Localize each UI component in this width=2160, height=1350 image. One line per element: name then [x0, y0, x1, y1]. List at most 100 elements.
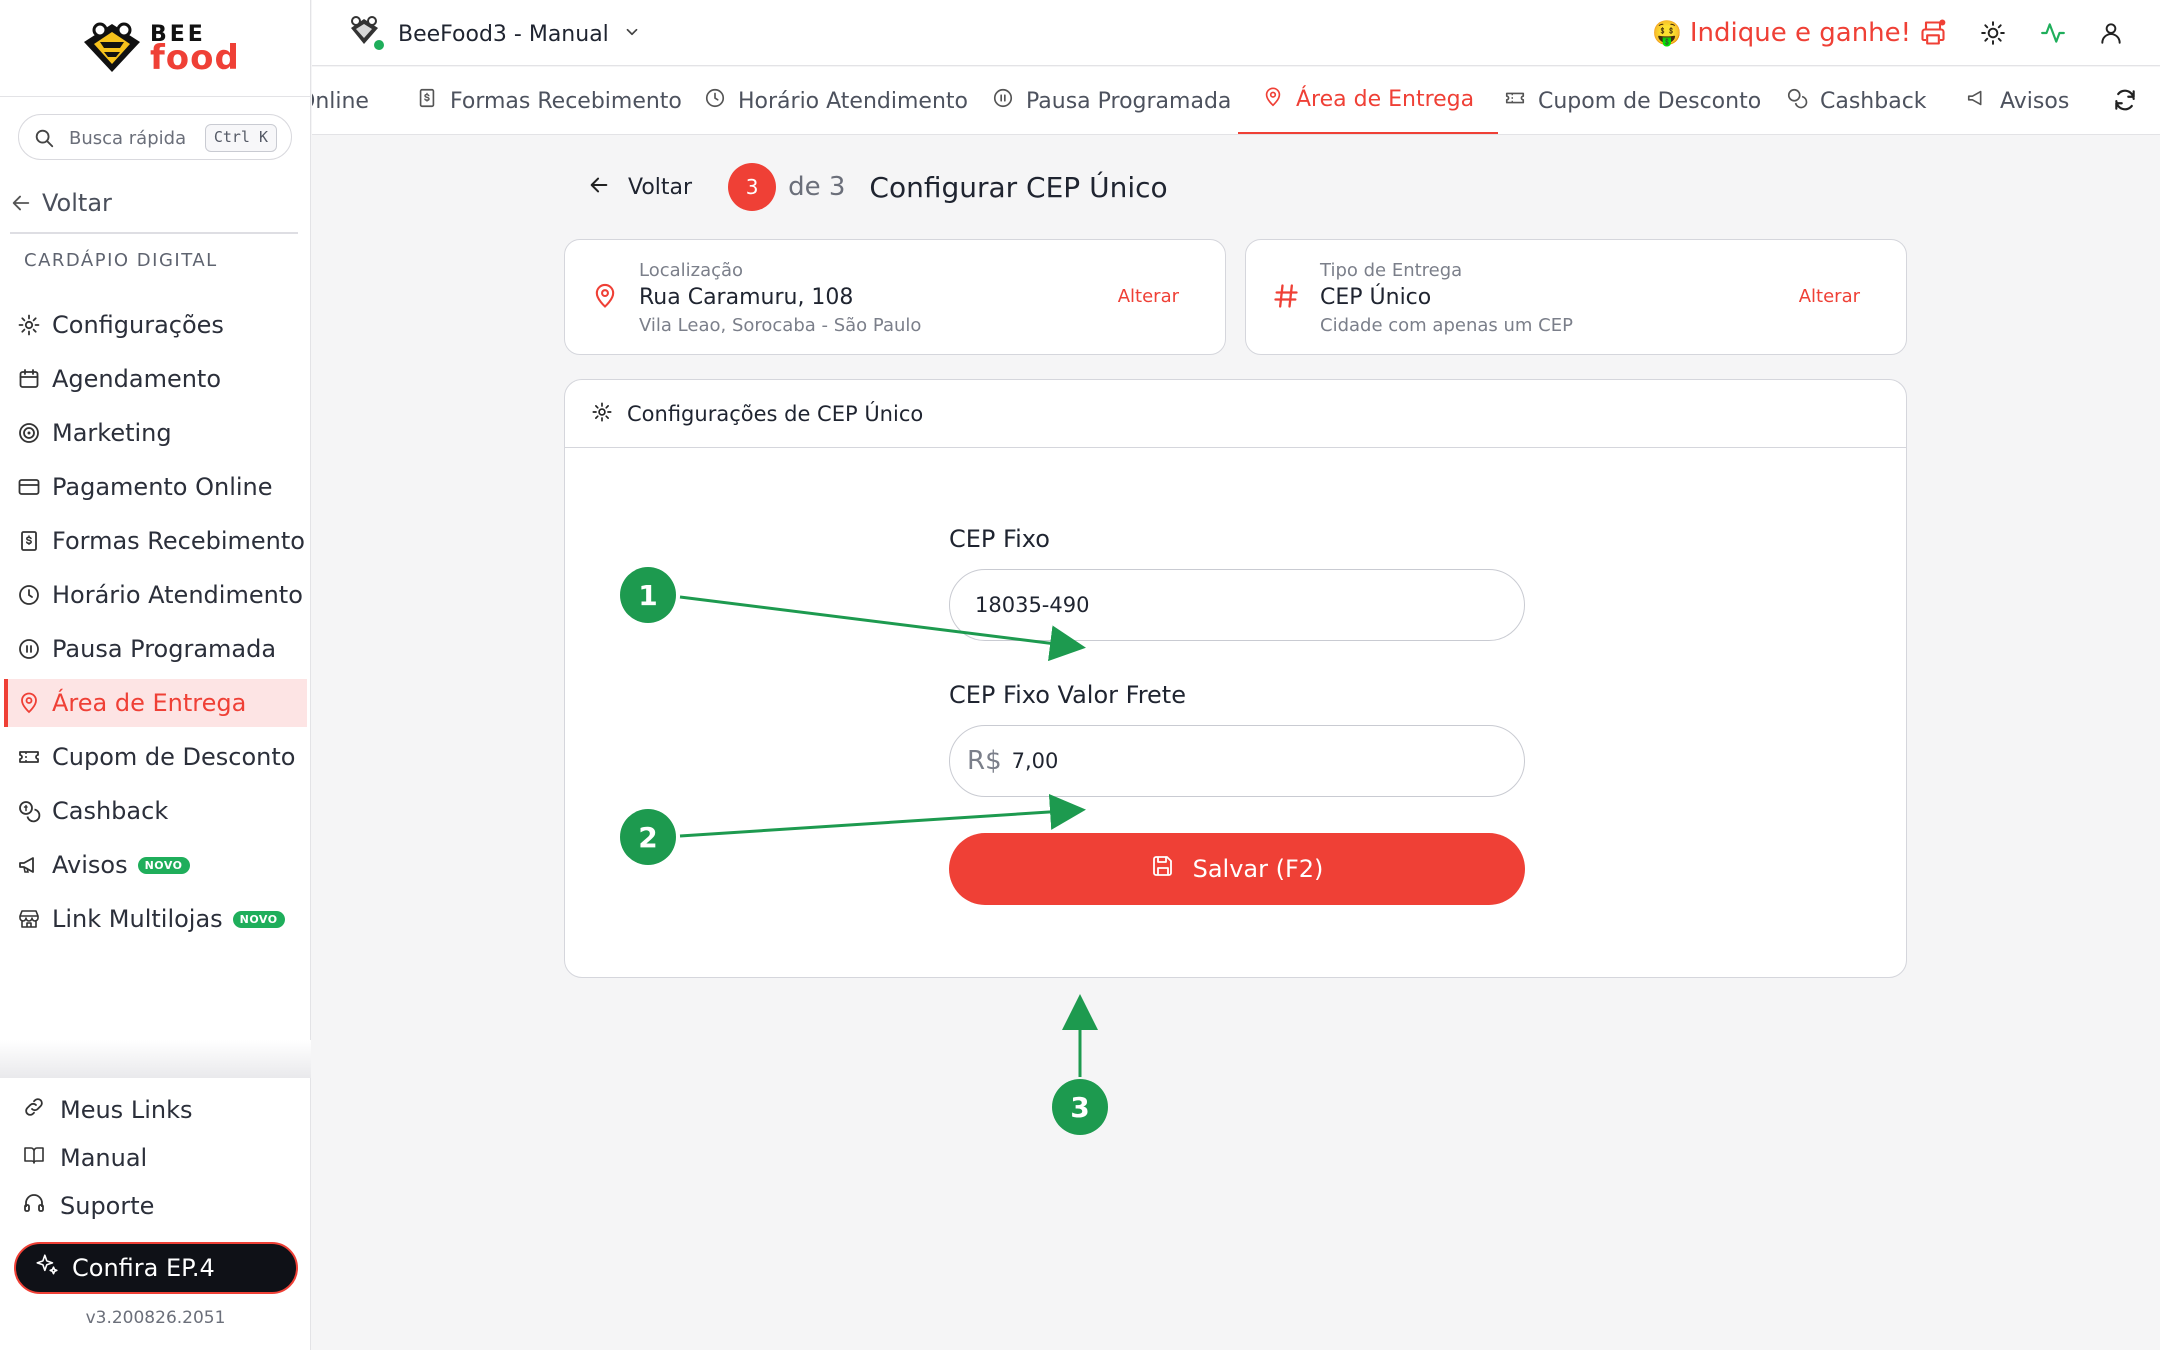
- sidebar-item-label: Pausa Programada: [52, 635, 277, 663]
- clock-icon: [16, 582, 42, 608]
- tab-label: Pausa Programada: [1026, 88, 1232, 114]
- beefood-logo[interactable]: BEE food: [80, 20, 240, 78]
- printer-button[interactable]: [1918, 18, 1948, 48]
- sparkles-icon: [34, 1252, 60, 1284]
- gear-icon: [591, 401, 613, 427]
- refresh-button[interactable]: [2112, 87, 2138, 117]
- coins-icon: [16, 798, 42, 824]
- sidebar-item-label: Configurações: [52, 311, 224, 339]
- calendar-icon: [16, 366, 42, 392]
- sidebar-item-label: Marketing: [52, 419, 172, 447]
- cep-field-label: CEP Fixo: [949, 525, 1050, 553]
- pause-icon: [16, 636, 42, 662]
- change-delivery-type-link[interactable]: Alterar: [1799, 286, 1860, 307]
- footer-item-meus-links[interactable]: Meus Links: [22, 1093, 192, 1127]
- tab-horario-atendimento[interactable]: Horário Atendimento: [704, 67, 968, 134]
- footer-item-manual[interactable]: Manual: [22, 1141, 147, 1175]
- sidebar-item-avisos[interactable]: Avisos NOVO: [4, 841, 307, 889]
- tab-label: Cupom de Desconto: [1538, 88, 1762, 114]
- sidebar-item-label: Horário Atendimento: [52, 581, 303, 609]
- tab-avisos[interactable]: Avisos: [1966, 67, 2069, 134]
- indique-label: Indique e ganhe!: [1689, 18, 1912, 48]
- store-icon: [16, 906, 42, 932]
- tab-cashback[interactable]: Cashback: [1786, 67, 1927, 134]
- tab-label: Online: [312, 88, 369, 114]
- activity-button[interactable]: [2038, 18, 2068, 48]
- confira-button[interactable]: Confira EP.4: [14, 1242, 298, 1294]
- sidebar-item-link-multilojas[interactable]: Link Multilojas NOVO: [4, 895, 307, 943]
- change-location-link[interactable]: Alterar: [1118, 286, 1179, 307]
- target-icon: [16, 420, 42, 446]
- pause-icon: [992, 87, 1014, 115]
- receipt-icon: [416, 87, 438, 115]
- location-key: Localização: [639, 260, 744, 281]
- tab-label: Horário Atendimento: [738, 88, 968, 114]
- back-label: Voltar: [42, 189, 112, 217]
- link-icon: [22, 1095, 46, 1125]
- map-pin-icon: [16, 690, 42, 716]
- step-of-label: de 3: [788, 172, 846, 202]
- sidebar-item-agendamento[interactable]: Agendamento: [4, 355, 307, 403]
- receipt-icon: [16, 528, 42, 554]
- printer-icon: [1921, 19, 1946, 45]
- step-number-badge: 3: [728, 163, 777, 211]
- callout-2: 2: [620, 809, 676, 865]
- tab-pagamento-online[interactable]: Online: [312, 67, 369, 134]
- theme-toggle-button[interactable]: [1978, 18, 2008, 48]
- headphones-icon: [22, 1191, 46, 1221]
- sidebar-item-formas-recebimento[interactable]: Formas Recebimento: [4, 517, 307, 565]
- sidebar-item-pausa-programada[interactable]: Pausa Programada: [4, 625, 307, 673]
- sidebar-item-label: Avisos: [52, 851, 128, 879]
- delivery-type-desc: Cidade com apenas um CEP: [1320, 315, 1573, 336]
- sidebar-item-label: Pagamento Online: [52, 473, 273, 501]
- coins-icon: [1786, 87, 1808, 115]
- map-pin-icon: [591, 282, 619, 314]
- new-badge: NOVO: [137, 856, 190, 874]
- megaphone-icon: [1966, 87, 1988, 115]
- card-header: Configurações de CEP Único: [565, 380, 1906, 448]
- megaphone-icon: [16, 852, 42, 878]
- sidebar-item-label: Área de Entrega: [52, 689, 247, 717]
- sidebar-item-cashback[interactable]: Cashback: [4, 787, 307, 835]
- location-card: Localização Rua Caramuru, 108 Vila Leao,…: [564, 239, 1226, 355]
- book-icon: [22, 1143, 46, 1173]
- quick-search-input[interactable]: Busca rápida Ctrl K: [18, 114, 292, 160]
- sidebar-item-area-de-entrega[interactable]: Área de Entrega: [4, 679, 307, 727]
- save-label: Salvar (F2): [1192, 855, 1324, 883]
- frete-value: 7,00: [1011, 749, 1059, 773]
- wizard-back-button[interactable]: Voltar: [588, 174, 692, 200]
- tab-label: Formas Recebimento: [450, 88, 682, 114]
- store-selector[interactable]: BeeFood3 - Manual: [348, 16, 641, 52]
- frete-value-input[interactable]: R$ 7,00: [949, 725, 1525, 797]
- sidebar-item-configuracoes[interactable]: Configurações: [4, 301, 307, 349]
- tab-cupom-de-desconto[interactable]: Cupom de Desconto: [1504, 67, 1762, 134]
- frete-field-label: CEP Fixo Valor Frete: [949, 681, 1186, 709]
- store-avatar-icon: [351, 16, 386, 52]
- sidebar-item-horario-atendimento[interactable]: Horário Atendimento: [4, 571, 307, 619]
- sidebar-item-marketing[interactable]: Marketing: [4, 409, 307, 457]
- gear-icon: [16, 312, 42, 338]
- sidebar-item-cupom-de-desconto[interactable]: Cupom de Desconto: [4, 733, 307, 781]
- cep-fixo-input[interactable]: 18035-490: [949, 569, 1525, 641]
- hash-icon: [1272, 282, 1300, 314]
- refresh-icon: [2115, 89, 2135, 111]
- money-face-icon: 🤑: [1652, 19, 1682, 47]
- callout-3: 3: [1052, 1079, 1108, 1135]
- wizard-step-header: Voltar 3 de 3 Configurar CEP Único: [588, 162, 1168, 212]
- page-title: Configurar CEP Único: [869, 170, 1168, 204]
- bee-logo-icon: [84, 22, 140, 72]
- delivery-type-card: Tipo de Entrega CEP Único Cidade com ape…: [1245, 239, 1907, 355]
- tab-pausa-programada[interactable]: Pausa Programada: [992, 67, 1232, 134]
- indique-link[interactable]: 🤑 Indique e ganhe!: [1652, 18, 1911, 48]
- sidebar-item-pagamento-online[interactable]: Pagamento Online: [4, 463, 307, 511]
- store-name: BeeFood3 - Manual: [398, 21, 609, 47]
- tab-area-de-entrega[interactable]: Área de Entrega: [1238, 67, 1499, 134]
- footer-item-suporte[interactable]: Suporte: [22, 1189, 154, 1223]
- tab-formas-recebimento[interactable]: Formas Recebimento: [416, 67, 682, 134]
- save-button[interactable]: Salvar (F2): [949, 833, 1525, 905]
- sidebar-back-link[interactable]: Voltar: [10, 188, 112, 218]
- user-menu-button[interactable]: [2096, 18, 2126, 48]
- sun-icon: [1981, 21, 2005, 45]
- footer-item-label: Meus Links: [60, 1096, 193, 1124]
- search-shortcut-hint: Ctrl K: [204, 124, 277, 152]
